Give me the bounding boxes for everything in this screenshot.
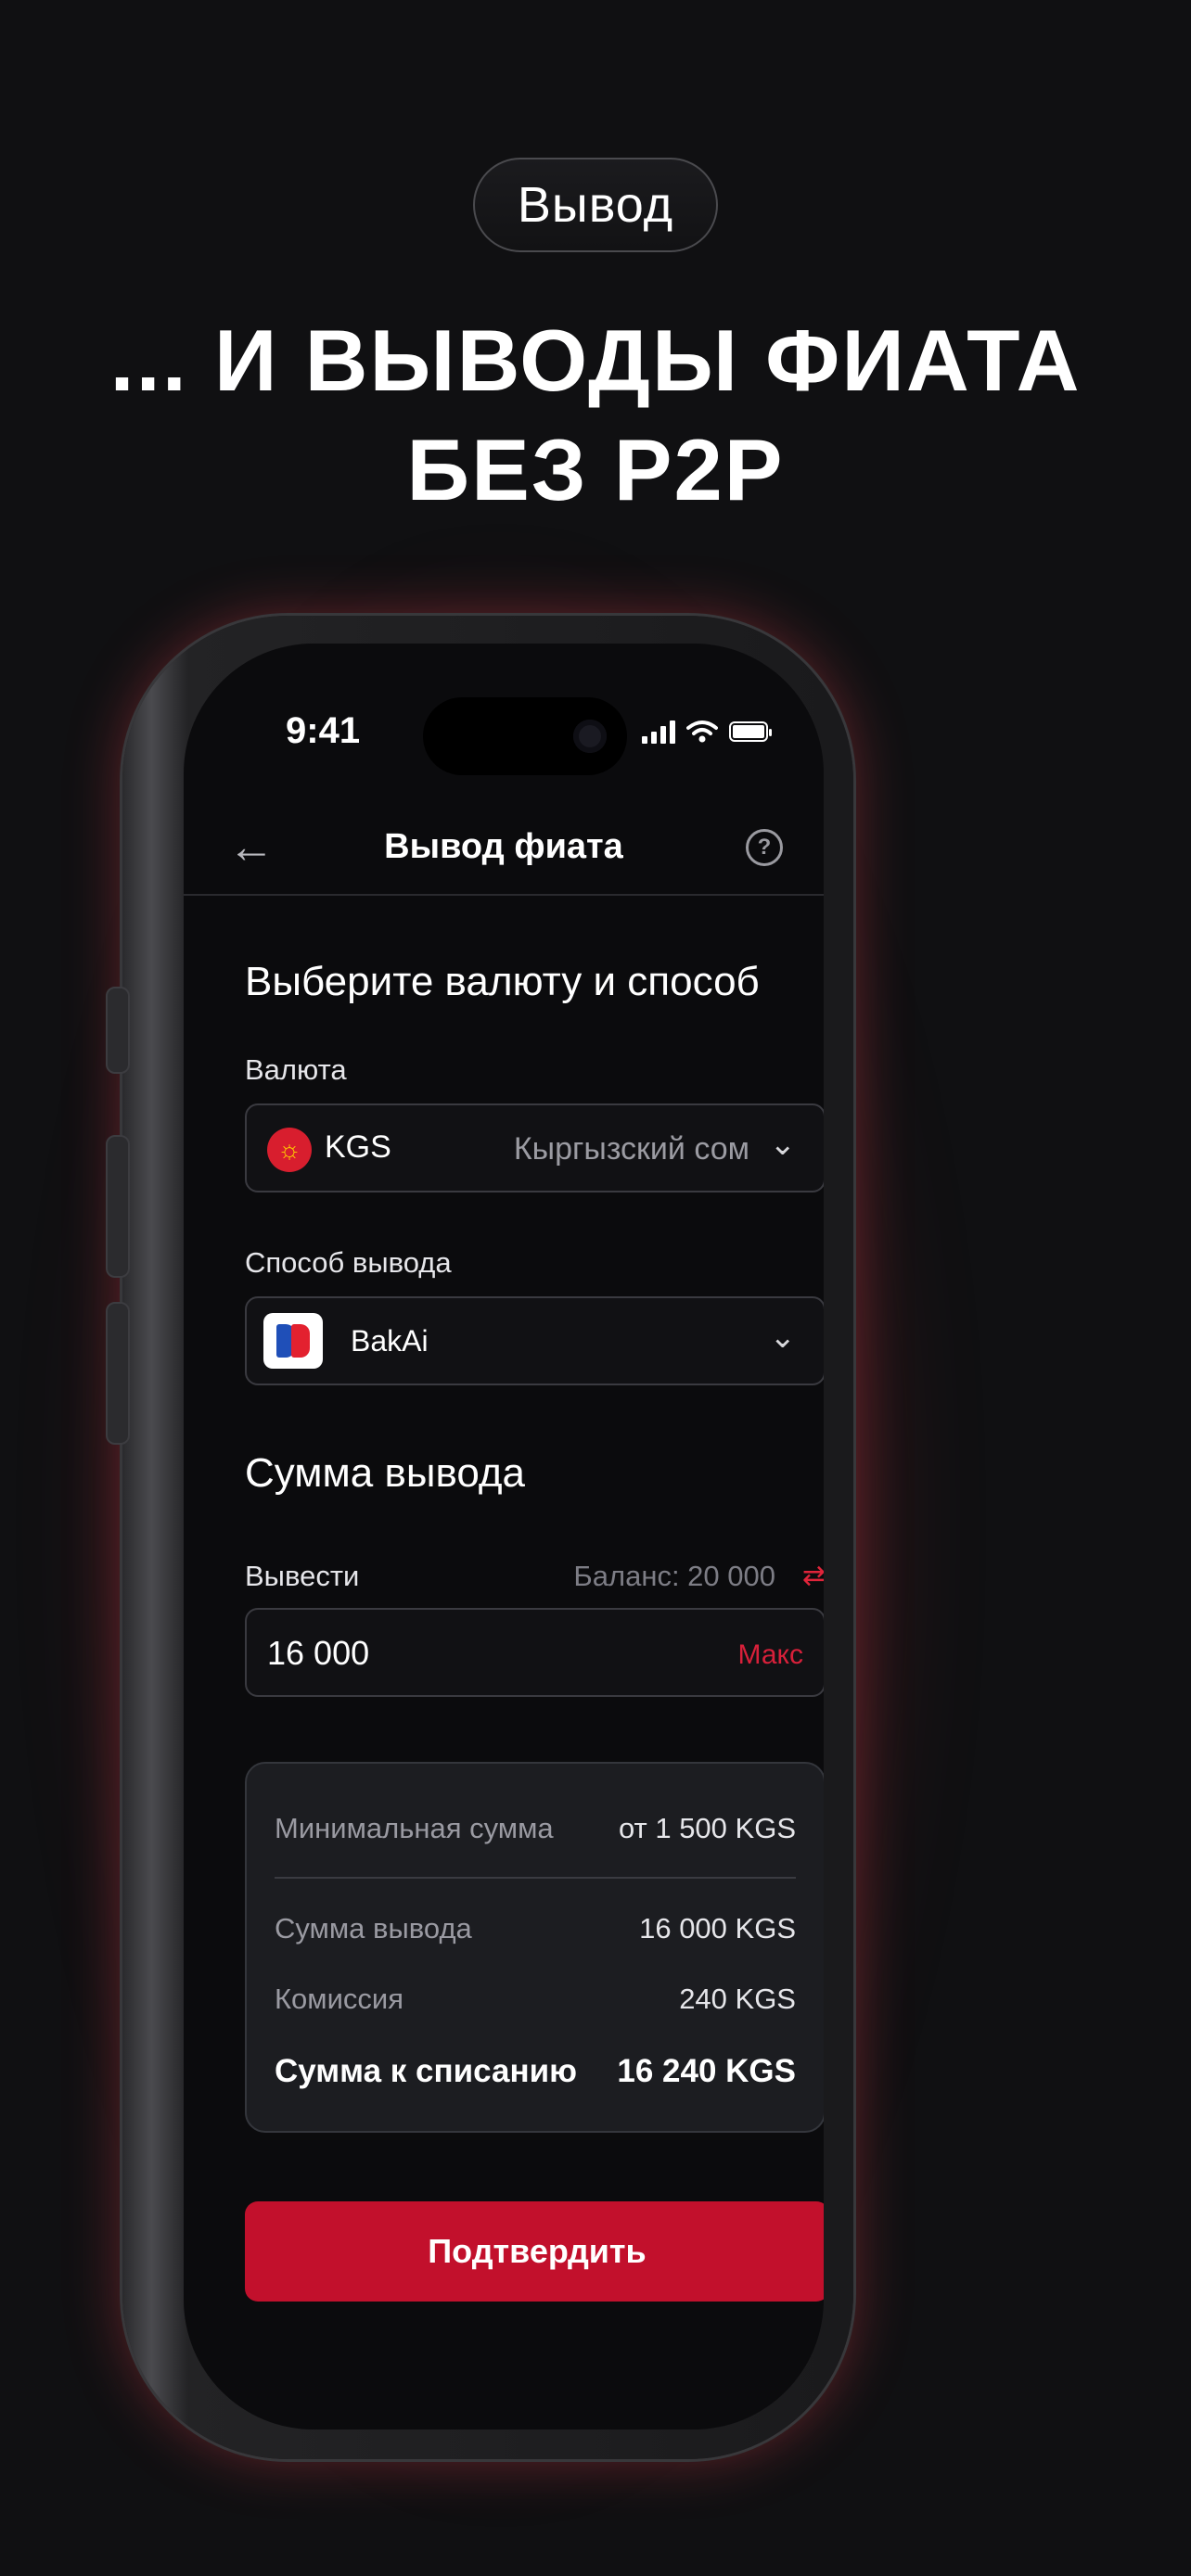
min-amount-label: Минимальная сумма [275, 1812, 554, 1844]
total-row: Сумма к списанию 16 240 KGS [275, 2053, 796, 2090]
help-icon[interactable]: ? [746, 829, 783, 866]
volume-up-button [106, 1135, 130, 1278]
method-select[interactable]: BakAi ⌄ [245, 1296, 824, 1385]
mute-switch [106, 987, 130, 1074]
volume-down-button [106, 1302, 130, 1445]
balance-row: Баланс: 20 000 ⇄ [245, 1560, 824, 1597]
swap-arrows-icon[interactable]: ⇄ [802, 1560, 824, 1592]
nav-bar: ← Вывод фиата ? [184, 801, 824, 896]
status-icons [642, 720, 772, 744]
promo-headline: ... И ВЫВОДЫ ФИАТА БЕЗ P2P [109, 312, 1082, 518]
page-title: Вывод фиата [384, 827, 623, 866]
fee-value: 240 KGS [679, 1983, 796, 2015]
section-badge-label: Вывод [517, 177, 674, 233]
chevron-down-icon: ⌄ [769, 1127, 797, 1162]
currency-label: Валюта [245, 1053, 347, 1086]
dynamic-island [423, 697, 627, 775]
currency-section-title: Выберите валюту и способ [245, 959, 760, 1004]
min-amount-value: от 1 500 KGS [618, 1812, 796, 1844]
bakai-logo-icon [263, 1313, 323, 1369]
wifi-icon [686, 721, 718, 743]
currency-name: Кыргызский сом [513, 1131, 749, 1167]
method-name: BakAi [351, 1324, 429, 1358]
battery-icon [729, 721, 772, 742]
fee-label: Комиссия [275, 1983, 404, 2015]
summary-divider [275, 1877, 796, 1879]
fee-row: Комиссия 240 KGS [275, 1983, 796, 2016]
method-label: Способ вывода [245, 1246, 452, 1279]
amount-section-title: Сумма вывода [245, 1450, 526, 1496]
summary-card: Минимальная сумма от 1 500 KGS Сумма выв… [245, 1762, 824, 2133]
total-value: 16 240 KGS [617, 2053, 796, 2089]
balance-text: Баланс: 20 000 [573, 1560, 775, 1592]
phone-frame: 9:41 ← Вывод фиата ? Выберите валюту и с… [106, 616, 853, 2459]
status-time: 9:41 [286, 710, 361, 751]
min-amount-row: Минимальная сумма от 1 500 KGS [275, 1812, 796, 1845]
max-button[interactable]: Макс [738, 1639, 803, 1671]
section-badge: Вывод [473, 158, 718, 252]
amount-input[interactable]: 16 000 Макс [245, 1608, 824, 1697]
withdraw-amount-label: Сумма вывода [275, 1912, 472, 1945]
chevron-down-icon: ⌄ [769, 1320, 797, 1355]
withdraw-amount-row: Сумма вывода 16 000 KGS [275, 1912, 796, 1945]
camera-icon [573, 720, 607, 753]
amount-value: 16 000 [267, 1634, 370, 1672]
withdraw-amount-value: 16 000 KGS [639, 1912, 796, 1945]
total-label: Сумма к списанию [275, 2053, 578, 2089]
signal-icon [642, 720, 675, 744]
phone-screen: 9:41 ← Вывод фиата ? Выберите валюту и с… [184, 644, 824, 2429]
currency-code: KGS [325, 1129, 391, 1165]
confirm-button[interactable]: Подтвердить [245, 2201, 824, 2302]
kyrgyzstan-flag-icon: ☼ [267, 1128, 312, 1172]
currency-select[interactable]: ☼ KGS Кыргызский сом ⌄ [245, 1103, 824, 1192]
